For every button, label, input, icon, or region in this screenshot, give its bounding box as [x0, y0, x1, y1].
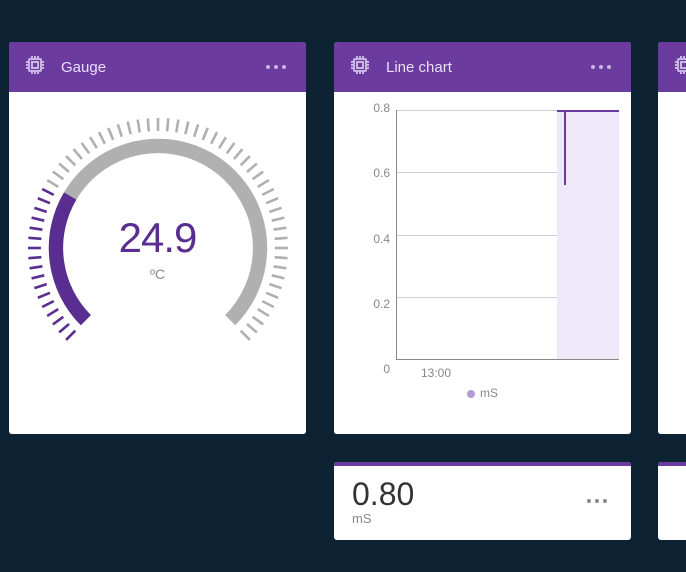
y-tick-label: 0.6: [373, 166, 390, 180]
partial-value-body: [658, 466, 686, 486]
y-tick-label: 0.8: [373, 101, 390, 115]
partial-widget: [658, 42, 686, 434]
gauge-header-left: Gauge: [23, 53, 106, 82]
line-chart-widget: Line chart 0.8 0.6 0.4 0.2 0 13:00 mS: [334, 42, 631, 434]
partial-body: [658, 92, 686, 434]
cpu-icon: [23, 53, 47, 82]
more-icon[interactable]: [585, 59, 617, 75]
cpu-icon: [672, 53, 686, 82]
y-tick-label: 0: [383, 362, 390, 376]
y-axis: 0.8 0.6 0.4 0.2 0: [346, 101, 396, 376]
line-chart-header-left: Line chart: [348, 53, 452, 82]
gauge-value: 24.9: [119, 214, 197, 262]
value-widget: 0.80 mS: [334, 462, 631, 540]
legend-label: mS: [480, 386, 498, 400]
chart-data-fill: [557, 110, 619, 359]
x-tick-label: 13:00: [421, 366, 451, 380]
chart-area: 0.80.60.40.20 13:00: [346, 110, 619, 360]
line-chart-header: Line chart: [334, 42, 631, 92]
more-icon[interactable]: [581, 493, 613, 509]
gauge-center: 24.9 ºC: [119, 214, 197, 282]
line-chart-title: Line chart: [386, 59, 452, 76]
line-chart-body: 0.8 0.6 0.4 0.2 0 13:00 mS: [334, 92, 631, 434]
value-number: 0.80: [352, 476, 414, 513]
y-tick-label: 0.2: [373, 297, 390, 311]
gauge-visual: 24.9 ºC: [28, 118, 288, 378]
more-icon[interactable]: [260, 59, 292, 75]
legend: mS: [334, 386, 631, 400]
gauge-unit: ºC: [119, 266, 197, 282]
gauge-widget: Gauge 24.9 ºC: [9, 42, 306, 434]
legend-dot-icon: [467, 390, 475, 398]
gauge-title: Gauge: [61, 59, 106, 76]
gauge-body: 24.9 ºC: [9, 92, 306, 434]
cpu-icon: [348, 53, 372, 82]
value-unit: mS: [352, 511, 414, 526]
partial-value-widget: [658, 462, 686, 540]
gauge-header: Gauge: [9, 42, 306, 92]
partial-header: [658, 42, 686, 92]
chart-data-spike: [564, 110, 566, 185]
y-tick-label: 0.4: [373, 232, 390, 246]
partial-header-left: [672, 53, 686, 82]
chart-plot: [396, 110, 619, 360]
value-body: 0.80 mS: [334, 466, 631, 536]
value-text: 0.80 mS: [352, 476, 414, 526]
